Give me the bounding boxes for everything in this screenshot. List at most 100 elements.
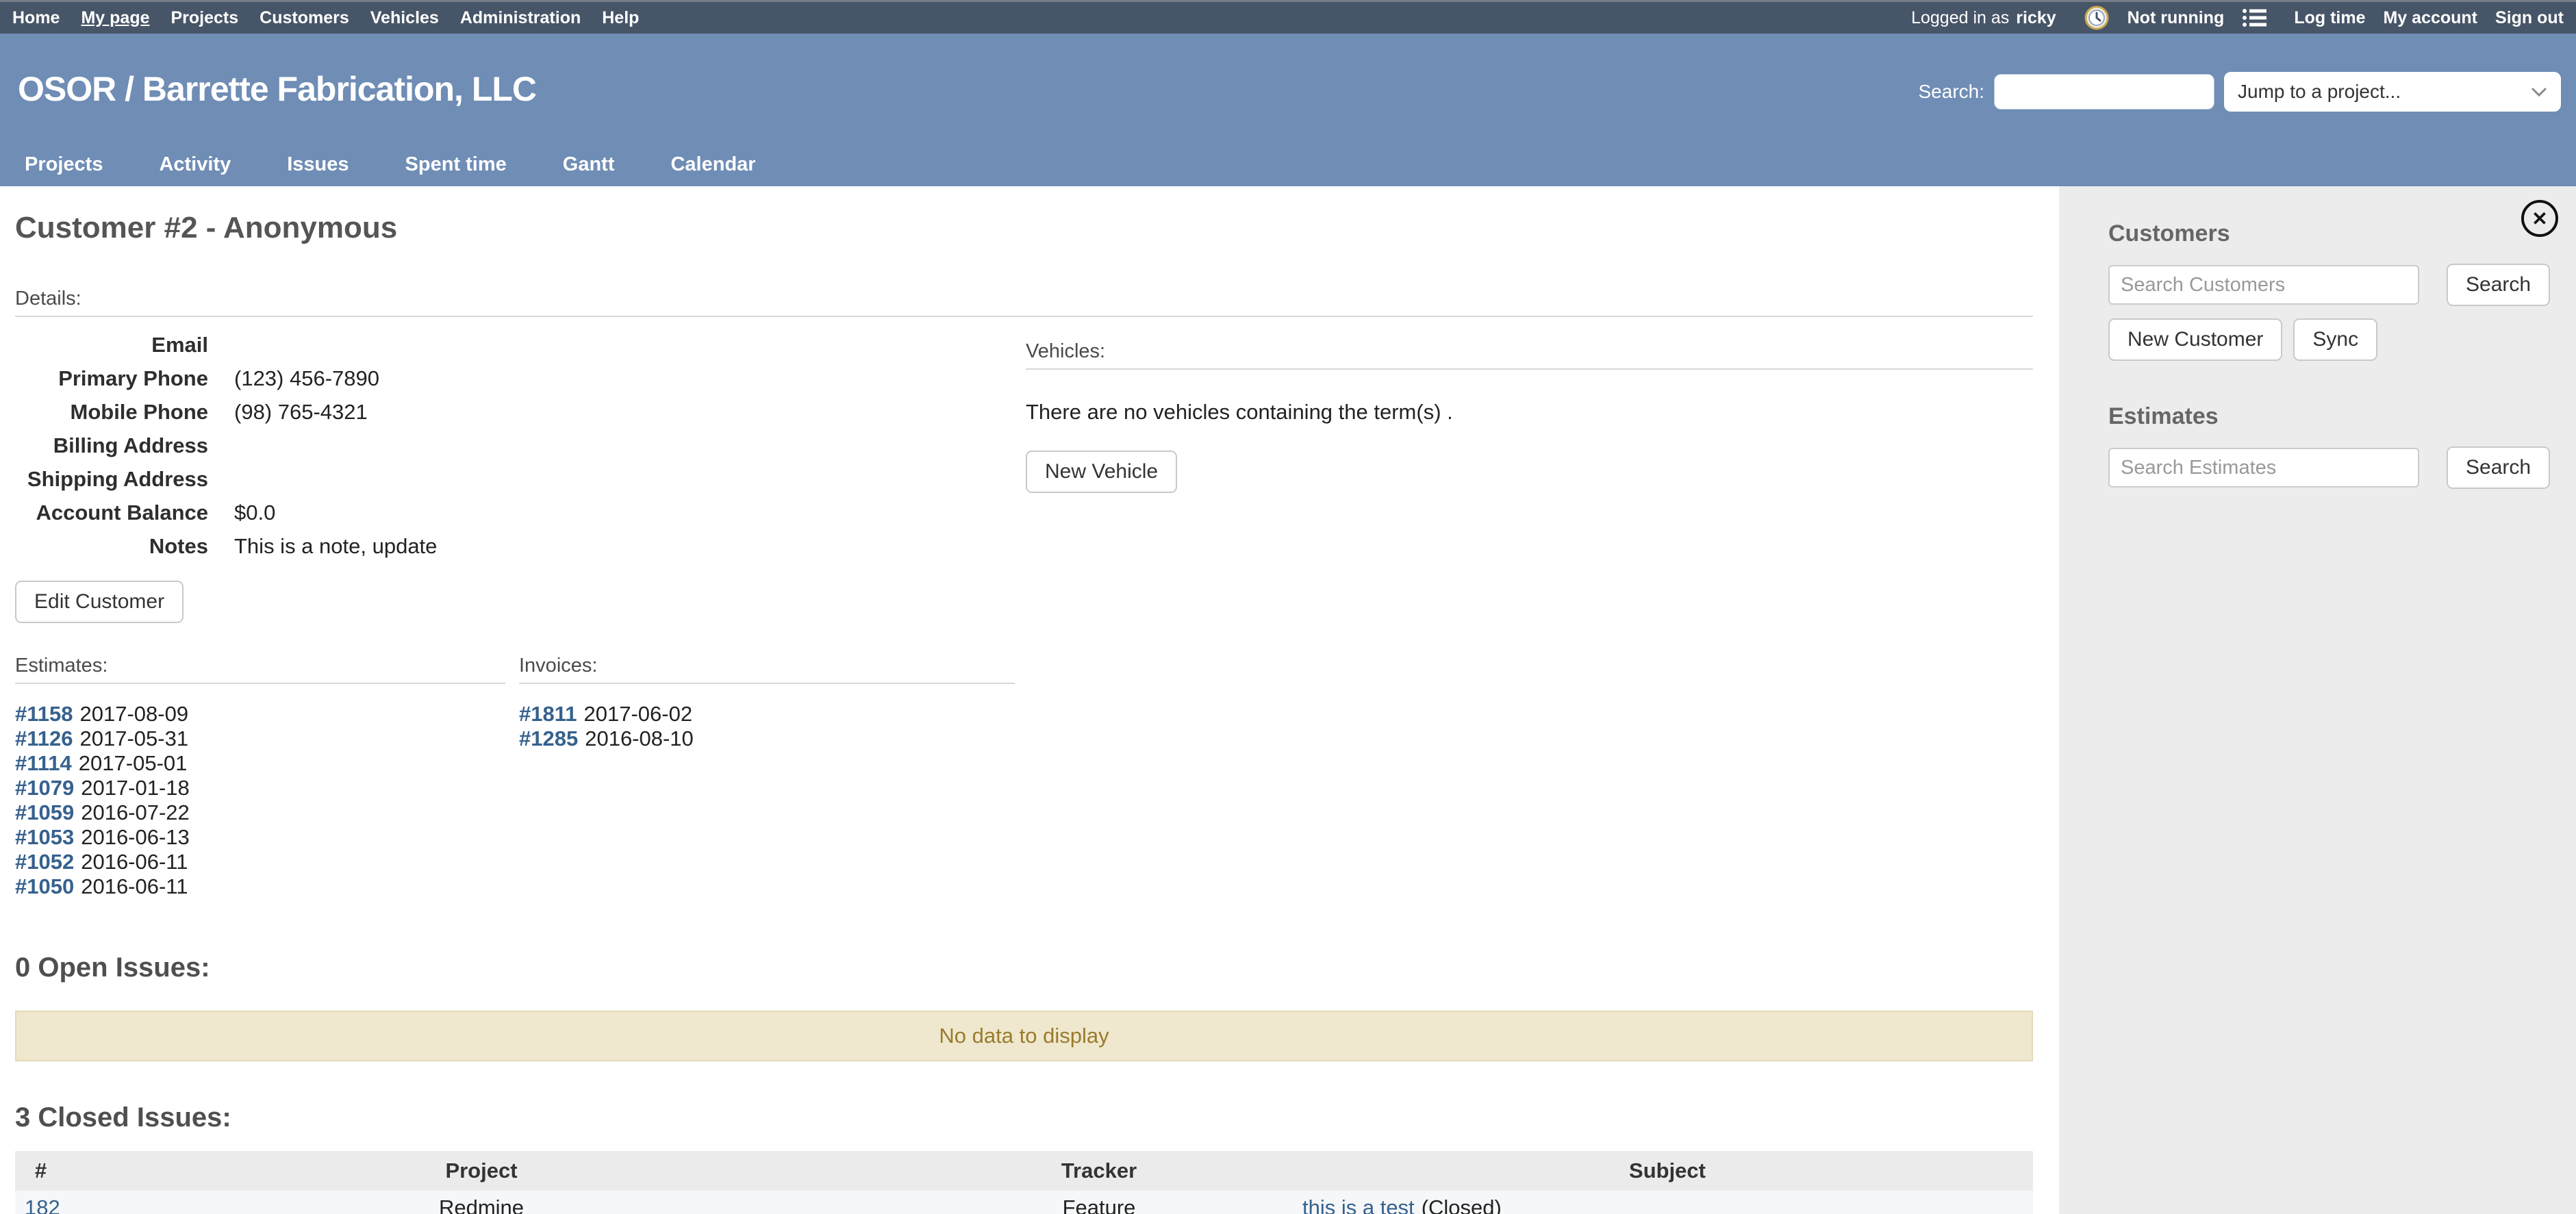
estimates-list: #1158 2017-08-09 #1126 2017-05-31 #1114 201… — [15, 702, 505, 899]
invoice-link[interactable]: #1285 — [519, 726, 578, 750]
estimate-link[interactable]: #1050 — [15, 874, 74, 898]
column-header-project: Project — [66, 1151, 896, 1191]
estimates-divider — [15, 683, 505, 684]
detail-value — [208, 429, 234, 462]
detail-value — [208, 462, 234, 496]
details-section: Details: Email Primary Phone (123) 456-7… — [15, 288, 2033, 899]
project-jump-selected-value: Jump to a project... — [2238, 81, 2401, 103]
search-estimates-input[interactable] — [2108, 448, 2419, 488]
log-time-link[interactable]: Log time — [2294, 8, 2365, 28]
estimate-date: 2017-05-01 — [79, 751, 188, 775]
estimate-link[interactable]: #1079 — [15, 776, 74, 800]
estimate-link[interactable]: #1158 — [15, 702, 73, 726]
invoices-legend: Invoices: — [519, 655, 1015, 677]
details-legend: Details: — [15, 288, 2033, 310]
estimate-date: 2017-05-31 — [80, 726, 189, 750]
edit-customer-button[interactable]: Edit Customer — [15, 581, 184, 623]
list-item: #1052 2016-06-11 — [15, 850, 505, 874]
detail-label: Mobile Phone — [15, 395, 208, 429]
detail-value: (98) 765-4321 — [208, 395, 368, 429]
detail-value: (123) 456-7890 — [208, 362, 379, 395]
sign-out-link[interactable]: Sign out — [2495, 8, 2564, 28]
list-item: #10592016-07-22 — [15, 800, 505, 825]
menu-item-home[interactable]: Home — [12, 8, 60, 28]
list-icon[interactable] — [2242, 8, 2266, 28]
menu-item-my-page[interactable]: My page — [81, 8, 149, 28]
header-search-area: Search: Jump to a project... — [1919, 72, 2562, 112]
table-row: 182 Redmine Feature this is a test(Close… — [15, 1191, 2033, 1214]
vehicles-empty-message: There are no vehicles containing the ter… — [1026, 400, 2033, 425]
page-title: Customer #2 - Anonymous — [15, 211, 2033, 245]
search-customers-input[interactable] — [2108, 265, 2419, 305]
estimate-date: 2016-06-11 — [81, 850, 188, 874]
close-glyph: ✕ — [2531, 207, 2547, 230]
close-icon[interactable]: ✕ — [2521, 200, 2558, 237]
project-jump-select[interactable]: Jump to a project... — [2224, 72, 2561, 112]
timer-status: Not running — [2127, 8, 2225, 28]
tab-issues[interactable]: Issues — [287, 153, 349, 176]
issue-tracker: Feature — [1063, 1196, 1136, 1214]
column-header-tracker: Tracker — [896, 1151, 1302, 1191]
tab-calendar[interactable]: Calendar — [670, 153, 755, 176]
invoice-date: 2016-08-10 — [585, 726, 694, 750]
detail-row-mobile-phone: Mobile Phone (98) 765-4321 — [15, 395, 1015, 429]
my-account-link[interactable]: My account — [2383, 8, 2477, 28]
estimate-link[interactable]: #1126 — [15, 726, 73, 750]
estimate-date: 2017-08-09 — [80, 702, 189, 726]
estimate-link[interactable]: #1053 — [15, 825, 74, 849]
detail-value: This is a note, update — [208, 529, 437, 563]
logged-in-label: Logged in as — [1911, 8, 2009, 28]
detail-row-account-balance: Account Balance $0.0 — [15, 496, 1015, 529]
chevron-down-icon — [2531, 81, 2547, 103]
account-menu-right: Logged in as ricky Not running Log time … — [1911, 5, 2564, 31]
menu-item-help[interactable]: Help — [602, 8, 639, 28]
issue-subject-link[interactable]: this is a test — [1302, 1196, 1415, 1214]
detail-row-primary-phone: Primary Phone (123) 456-7890 — [15, 362, 1015, 395]
detail-label: Notes — [15, 529, 208, 563]
sync-button[interactable]: Sync — [2293, 318, 2377, 361]
search-customers-button[interactable]: Search — [2447, 264, 2550, 306]
detail-label: Shipping Address — [15, 462, 208, 496]
tab-gantt[interactable]: Gantt — [563, 153, 615, 176]
header-search-input[interactable] — [1994, 74, 2214, 110]
menu-item-projects[interactable]: Projects — [171, 8, 239, 28]
column-header-subject: Subject — [1302, 1151, 2033, 1191]
estimate-link[interactable]: #1059 — [15, 800, 74, 824]
invoice-link[interactable]: #1811 — [519, 702, 577, 726]
menu-item-customers[interactable]: Customers — [260, 8, 349, 28]
estimate-date: 2017-01-18 — [81, 776, 190, 800]
tab-spent-time[interactable]: Spent time — [405, 153, 507, 176]
list-item: #1158 2017-08-09 — [15, 702, 505, 726]
top-menu-bar: Home My page Projects Customers Vehicles… — [0, 0, 2576, 34]
customer-details-table: Email Primary Phone (123) 456-7890 Mobil… — [15, 328, 1015, 563]
invoices-divider — [519, 683, 1015, 684]
list-item: #1126 2017-05-31 — [15, 726, 505, 751]
detail-row-notes: Notes This is a note, update — [15, 529, 1015, 563]
estimates-section: Estimates: #11582017-08-09 #11262017-05-… — [15, 655, 505, 899]
detail-row-billing-address: Billing Address — [15, 429, 1015, 462]
tab-projects[interactable]: Projects — [25, 153, 103, 176]
detail-value — [208, 328, 234, 362]
new-customer-button[interactable]: New Customer — [2108, 318, 2282, 361]
estimate-link[interactable]: #1052 — [15, 850, 74, 874]
estimate-link[interactable]: #1114 — [15, 751, 72, 775]
issue-project: Redmine — [439, 1196, 524, 1214]
clock-icon — [2084, 5, 2110, 31]
page-header-title: OSOR / Barrette Fabrication, LLC — [18, 69, 536, 109]
site-header: OSOR / Barrette Fabrication, LLC Search:… — [0, 34, 2576, 186]
username: ricky — [2016, 8, 2056, 28]
menu-item-administration[interactable]: Administration — [460, 8, 581, 28]
detail-label: Billing Address — [15, 429, 208, 462]
estimate-date: 2016-06-11 — [81, 874, 188, 898]
new-vehicle-button[interactable]: New Vehicle — [1026, 451, 1177, 493]
detail-row-shipping-address: Shipping Address — [15, 462, 1015, 496]
estimate-date: 2016-06-13 — [81, 825, 190, 849]
closed-issues-table: # Project Tracker Subject 182 Redmine Fe… — [15, 1151, 2033, 1214]
search-label: Search: — [1919, 81, 1985, 103]
list-item: #1285 2016-08-10 — [519, 726, 1015, 751]
issue-id-link[interactable]: 182 — [25, 1196, 60, 1214]
vehicles-divider — [1026, 368, 2033, 370]
tab-activity[interactable]: Activity — [159, 153, 231, 176]
menu-item-vehicles[interactable]: Vehicles — [370, 8, 439, 28]
search-estimates-button[interactable]: Search — [2447, 446, 2550, 489]
